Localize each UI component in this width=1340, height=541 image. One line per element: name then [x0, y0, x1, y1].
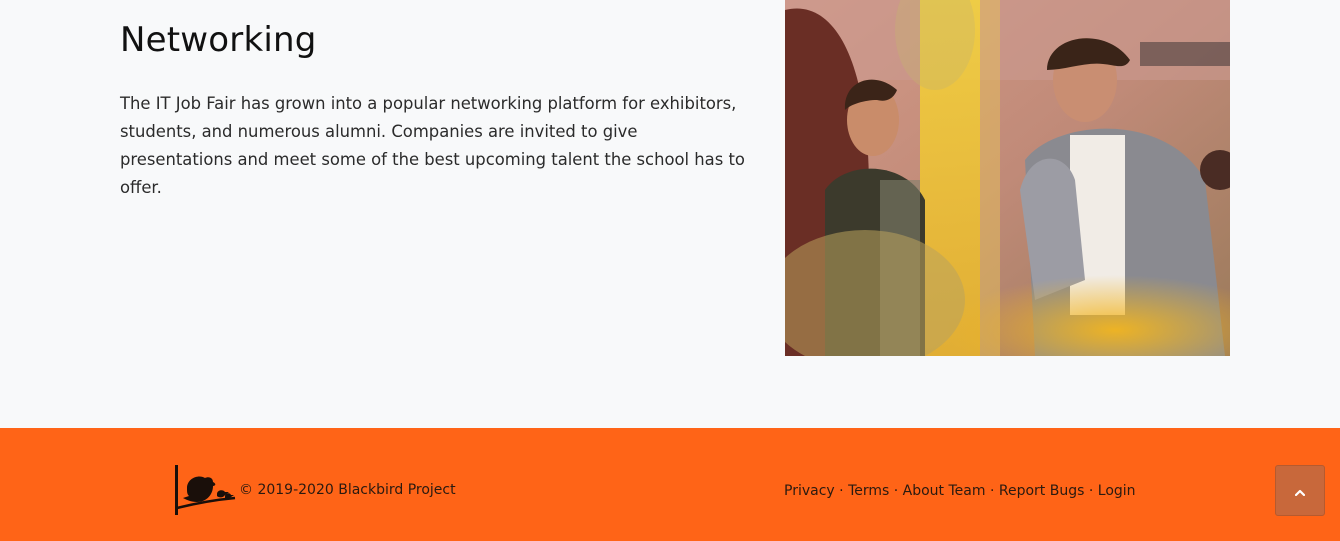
networking-section: Networking The IT Job Fair has grown int… — [0, 0, 1340, 428]
separator: · — [893, 483, 899, 499]
copyright-text: © 2019-2020 Blackbird Project — [239, 482, 456, 498]
footer-link-terms[interactable]: Terms — [848, 483, 889, 499]
footer-link-login[interactable]: Login — [1098, 483, 1136, 499]
blackbird-logo-icon[interactable] — [173, 464, 237, 516]
scroll-to-top-button[interactable] — [1275, 465, 1325, 516]
networking-photo — [785, 0, 1230, 356]
footer: © 2019-2020 Blackbird Project Privacy · … — [0, 428, 1340, 541]
chevron-up-icon — [1294, 481, 1306, 500]
section-description: The IT Job Fair has grown into a popular… — [120, 94, 745, 197]
footer-link-report-bugs[interactable]: Report Bugs — [999, 483, 1085, 499]
separator: · — [989, 483, 995, 499]
separator: · — [1088, 483, 1094, 499]
separator: · — [839, 483, 844, 499]
section-heading: Networking — [120, 20, 317, 60]
footer-link-about-team[interactable]: About Team — [903, 483, 986, 499]
footer-link-privacy[interactable]: Privacy — [784, 483, 835, 499]
footer-links: Privacy · Terms · About Team · Report Bu… — [784, 483, 1136, 499]
